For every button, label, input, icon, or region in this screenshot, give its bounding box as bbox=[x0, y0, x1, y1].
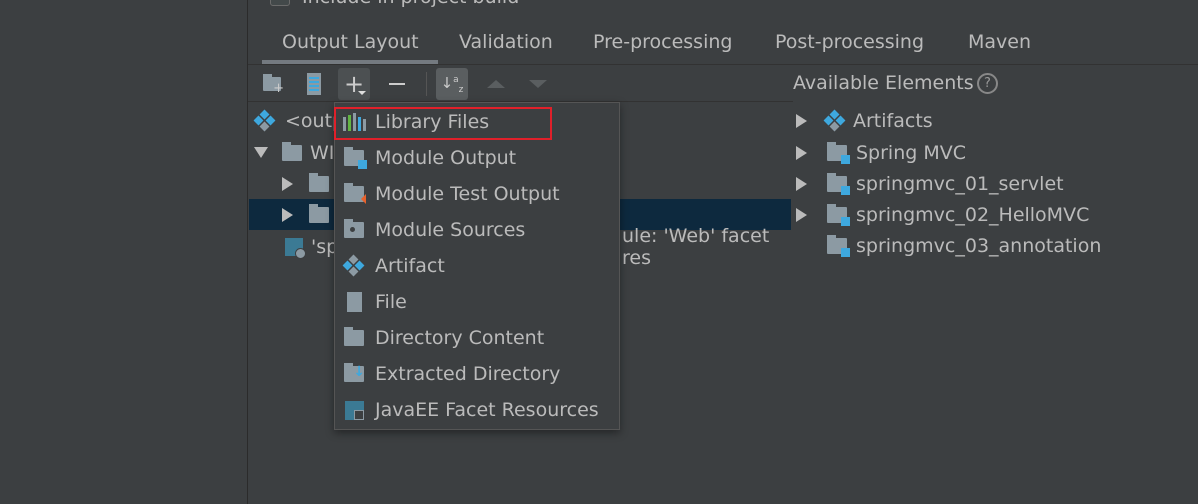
include-in-build-label: Include in project build bbox=[302, 0, 519, 8]
toolbar-separator bbox=[426, 72, 427, 96]
menu-item-label: File bbox=[375, 291, 407, 313]
tree-item-label: WI bbox=[310, 141, 335, 164]
available-item-label: Spring MVC bbox=[856, 141, 967, 164]
menu-item-directory-content[interactable]: Directory Content bbox=[335, 320, 619, 356]
menu-item-file[interactable]: File bbox=[335, 284, 619, 320]
menu-item-module-output[interactable]: Module Output bbox=[335, 140, 619, 176]
menu-item-label: Directory Content bbox=[375, 327, 545, 349]
artifact-icon bbox=[253, 109, 276, 131]
folder-icon bbox=[309, 203, 329, 223]
module-folder-icon bbox=[827, 172, 850, 195]
tab-post-processing[interactable]: Post-processing bbox=[775, 31, 924, 53]
menu-item-label: Module Test Output bbox=[375, 183, 560, 205]
file-icon bbox=[343, 292, 365, 312]
tab-output-layout[interactable]: Output Layout bbox=[282, 31, 419, 53]
extracted-directory-icon: ↓ bbox=[343, 363, 365, 384]
available-item-label: Artifacts bbox=[853, 109, 933, 132]
available-item-label: springmvc_02_HelloMVC bbox=[856, 203, 1090, 226]
remove-icon[interactable] bbox=[381, 68, 413, 100]
chevron-down-icon[interactable] bbox=[254, 147, 268, 158]
available-item-spring-mvc[interactable]: Spring MVC bbox=[793, 137, 966, 168]
module-folder-icon bbox=[827, 203, 850, 226]
web-facet-icon bbox=[285, 237, 306, 259]
menu-item-label: Artifact bbox=[375, 255, 445, 277]
create-archive-icon[interactable] bbox=[298, 68, 330, 100]
module-folder-icon bbox=[827, 141, 850, 164]
module-output-icon bbox=[343, 147, 367, 169]
available-item-label: springmvc_01_servlet bbox=[856, 172, 1064, 195]
sort-icon[interactable]: ↓az bbox=[436, 68, 468, 100]
create-directory-icon[interactable]: + bbox=[256, 68, 288, 100]
artifact-icon bbox=[823, 109, 846, 131]
chevron-right-icon[interactable] bbox=[282, 207, 293, 222]
menu-item-label: Module Sources bbox=[375, 219, 526, 241]
menu-item-module-test-output[interactable]: Module Test Output bbox=[335, 176, 619, 212]
module-folder-icon bbox=[827, 234, 850, 257]
tab-validation[interactable]: Validation bbox=[459, 31, 553, 53]
menu-item-extracted-directory[interactable]: ↓ Extracted Directory bbox=[335, 356, 619, 392]
available-item-springmvc-03[interactable]: springmvc_03_annotation bbox=[793, 230, 1101, 261]
menu-item-javaee-facet-resources[interactable]: JavaEE Facet Resources bbox=[335, 392, 619, 428]
left-pane bbox=[0, 0, 248, 504]
directory-content-icon bbox=[343, 327, 365, 348]
artifact-icon bbox=[342, 254, 365, 277]
include-in-build-checkbox[interactable] bbox=[270, 0, 290, 6]
available-item-label: springmvc_03_annotation bbox=[856, 234, 1102, 257]
javaee-facet-icon bbox=[343, 400, 365, 420]
add-icon[interactable]: + bbox=[338, 68, 370, 100]
available-item-artifacts[interactable]: Artifacts bbox=[793, 105, 933, 136]
module-test-output-icon bbox=[343, 183, 366, 204]
menu-item-label: JavaEE Facet Resources bbox=[375, 399, 599, 421]
add-element-popup: Library Files Module Output Module Test … bbox=[334, 102, 620, 430]
folder-icon bbox=[282, 141, 302, 161]
available-item-springmvc-01[interactable]: springmvc_01_servlet bbox=[793, 168, 1064, 199]
highlight-box bbox=[334, 107, 552, 140]
menu-item-label: Module Output bbox=[375, 147, 517, 169]
chevron-right-icon[interactable] bbox=[796, 176, 807, 191]
chevron-right-icon[interactable] bbox=[796, 145, 807, 160]
divider bbox=[248, 64, 1198, 65]
tab-pre-processing[interactable]: Pre-processing bbox=[593, 31, 732, 53]
menu-item-label: Extracted Directory bbox=[375, 363, 561, 385]
move-up-icon[interactable] bbox=[480, 68, 512, 100]
available-elements-title: Available Elements bbox=[793, 72, 974, 94]
help-icon[interactable]: ? bbox=[977, 73, 998, 94]
chevron-right-icon[interactable] bbox=[796, 207, 807, 222]
chevron-right-icon[interactable] bbox=[796, 113, 807, 128]
tree-item-label-tail: ule: 'Web' facet res bbox=[622, 224, 770, 269]
folder-icon bbox=[309, 172, 329, 192]
tab-maven[interactable]: Maven bbox=[968, 31, 1031, 53]
available-item-springmvc-02[interactable]: springmvc_02_HelloMVC bbox=[793, 199, 1089, 230]
chevron-right-icon[interactable] bbox=[282, 176, 293, 191]
move-down-icon[interactable] bbox=[522, 68, 554, 100]
menu-item-artifact[interactable]: Artifact bbox=[335, 248, 619, 284]
module-sources-icon bbox=[343, 219, 365, 240]
menu-item-module-sources[interactable]: Module Sources bbox=[335, 212, 619, 248]
